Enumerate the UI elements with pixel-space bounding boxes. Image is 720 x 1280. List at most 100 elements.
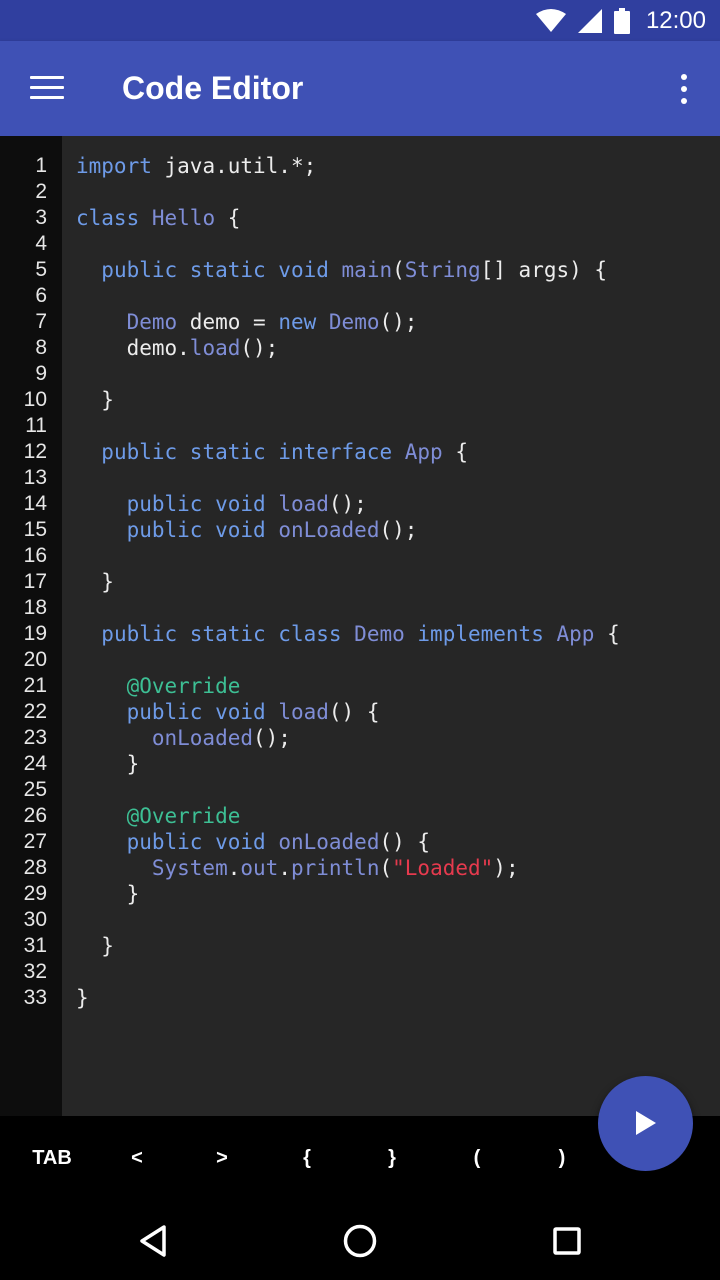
- code-token: public void: [126, 518, 266, 542]
- line-number: 31: [23, 934, 47, 957]
- code-line[interactable]: 14 public void load();: [0, 491, 720, 517]
- line-number: 27: [23, 830, 47, 853]
- system-nav-bar: [0, 1201, 720, 1280]
- key-open-brace[interactable]: {: [277, 1116, 337, 1201]
- status-time: 12:00: [645, 6, 706, 34]
- play-icon: [636, 1111, 656, 1135]
- code-token: onLoaded: [278, 830, 380, 854]
- code-token: public void: [126, 700, 266, 724]
- code-line[interactable]: 11: [0, 413, 720, 439]
- line-number: 18: [23, 596, 47, 619]
- code-text: System.out.println("Loaded");: [76, 855, 519, 881]
- line-number: 6: [35, 284, 47, 307]
- code-token: App: [556, 622, 595, 646]
- code-token: public static interface: [101, 440, 393, 464]
- code-line[interactable]: 26 @Override: [0, 803, 720, 829]
- code-line[interactable]: 22 public void load() {: [0, 699, 720, 725]
- line-number: 4: [35, 232, 47, 255]
- code-line[interactable]: 7 Demo demo = new Demo();: [0, 309, 720, 335]
- code-line[interactable]: 23 onLoaded();: [0, 725, 720, 751]
- menu-icon[interactable]: [30, 74, 64, 102]
- code-text: public static class Demo implements App …: [76, 621, 619, 647]
- back-icon[interactable]: [134, 1221, 174, 1261]
- overflow-menu-icon[interactable]: [674, 73, 694, 105]
- key-less-than[interactable]: <: [107, 1116, 167, 1201]
- code-line[interactable]: 25: [0, 777, 720, 803]
- code-line[interactable]: 8 demo.load();: [0, 335, 720, 361]
- line-number: 19: [23, 622, 47, 645]
- code-text: }: [76, 569, 114, 595]
- code-line[interactable]: 3 class Hello {: [0, 205, 720, 231]
- code-line[interactable]: 30: [0, 907, 720, 933]
- code-line[interactable]: 4: [0, 231, 720, 257]
- code-token: @Override: [126, 674, 241, 698]
- code-area[interactable]: 1 import java.util.*; 2 3 class Hello {4 5 pu…: [0, 153, 720, 1011]
- code-token: }: [76, 388, 114, 412]
- code-line[interactable]: 12 public static interface App {: [0, 439, 720, 465]
- code-token: }: [76, 934, 114, 958]
- code-line[interactable]: 18: [0, 595, 720, 621]
- code-line[interactable]: 9: [0, 361, 720, 387]
- code-line[interactable]: 6: [0, 283, 720, 309]
- code-line[interactable]: 29 }: [0, 881, 720, 907]
- app-title: Code Editor: [122, 70, 304, 106]
- recents-icon[interactable]: [547, 1221, 587, 1261]
- battery-icon: [613, 7, 630, 34]
- code-line[interactable]: 13: [0, 465, 720, 491]
- key-close-paren[interactable]: ): [532, 1116, 592, 1201]
- key-open-paren[interactable]: (: [447, 1116, 507, 1201]
- code-token: load: [278, 700, 329, 724]
- code-text: import java.util.*;: [76, 153, 316, 179]
- code-line[interactable]: 17 }: [0, 569, 720, 595]
- code-line[interactable]: 31 }: [0, 933, 720, 959]
- key-greater-than[interactable]: >: [192, 1116, 252, 1201]
- code-text: }: [76, 933, 114, 959]
- code-line[interactable]: 21 @Override: [0, 673, 720, 699]
- code-text: onLoaded();: [76, 725, 291, 751]
- code-text: public void onLoaded();: [76, 517, 418, 543]
- key-close-brace[interactable]: }: [362, 1116, 422, 1201]
- code-token: ();: [253, 726, 291, 750]
- code-line[interactable]: 32: [0, 959, 720, 985]
- code-token: }: [76, 986, 89, 1010]
- code-token: public void: [126, 830, 266, 854]
- code-text: public static void main(String[] args) {: [76, 257, 607, 283]
- code-text: Demo demo = new Demo();: [76, 309, 418, 335]
- code-editor[interactable]: 1 import java.util.*; 2 3 class Hello {4 5 pu…: [0, 136, 720, 1116]
- code-token: {: [442, 440, 468, 464]
- line-number: 24: [23, 752, 47, 775]
- code-token: Hello: [151, 206, 216, 230]
- code-token: onLoaded: [278, 518, 380, 542]
- code-line[interactable]: 20: [0, 647, 720, 673]
- code-line[interactable]: 15 public void onLoaded();: [0, 517, 720, 543]
- code-token: main: [341, 258, 393, 282]
- code-token: ();: [379, 310, 418, 334]
- code-line[interactable]: 33}: [0, 985, 720, 1011]
- wifi-icon: [535, 8, 566, 32]
- code-token: ();: [379, 518, 418, 542]
- code-token: );: [493, 856, 519, 880]
- key-tab[interactable]: TAB: [22, 1116, 82, 1201]
- code-line[interactable]: 1 import java.util.*;: [0, 153, 720, 179]
- code-line[interactable]: 28 System.out.println("Loaded");: [0, 855, 720, 881]
- line-number: 12: [23, 440, 47, 463]
- line-number: 5: [35, 258, 47, 281]
- code-text: }: [76, 751, 140, 777]
- code-line[interactable]: 27 public void onLoaded() {: [0, 829, 720, 855]
- run-button[interactable]: [598, 1076, 693, 1171]
- line-number: 29: [23, 882, 47, 905]
- code-token: Demo: [328, 310, 380, 334]
- code-line[interactable]: 16: [0, 543, 720, 569]
- home-icon[interactable]: [340, 1221, 380, 1261]
- code-line[interactable]: 24 }: [0, 751, 720, 777]
- code-line[interactable]: 10 }: [0, 387, 720, 413]
- code-line[interactable]: 19 public static class Demo implements A…: [0, 621, 720, 647]
- code-line[interactable]: 5 public static void main(String[] args)…: [0, 257, 720, 283]
- code-line[interactable]: 2: [0, 179, 720, 205]
